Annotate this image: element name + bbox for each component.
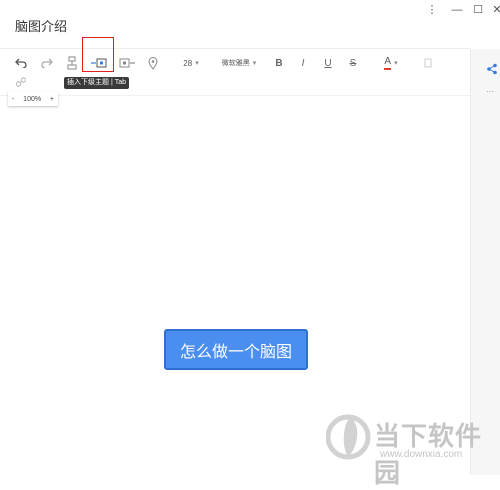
- chevron-down-icon: ▾: [195, 60, 199, 67]
- tooltip: 插入下级主题 | Tab: [64, 77, 129, 89]
- central-topic-label: 怎么做一个脑图: [179, 343, 292, 361]
- zoom-in-button[interactable]: +: [50, 96, 54, 103]
- toolbar-divider: [0, 95, 470, 96]
- insert-parent-topic-button[interactable]: [64, 55, 80, 71]
- minimize-button[interactable]: —: [447, 2, 467, 18]
- marker-button[interactable]: [146, 55, 160, 71]
- undo-button[interactable]: [14, 56, 28, 70]
- zoom-control: - 100% +: [8, 92, 58, 106]
- font-color-button[interactable]: A ▾: [380, 55, 402, 71]
- italic-button[interactable]: I: [297, 56, 309, 70]
- location-pin-icon: [148, 56, 158, 70]
- right-panel: ···: [470, 49, 500, 475]
- insert-sibling-icon: [119, 58, 135, 68]
- font-color-label: A: [384, 56, 392, 70]
- font-family-value: 微软雅黑: [221, 60, 250, 67]
- link-button[interactable]: [14, 76, 28, 88]
- format-painter-icon: [424, 58, 432, 68]
- chevron-down-icon: ▾: [252, 60, 257, 67]
- font-size-select[interactable]: 28 ▾: [179, 57, 203, 69]
- watermark-url: www.downxia.com: [380, 449, 463, 460]
- font-size-value: 28: [183, 58, 193, 68]
- zoom-value: 100%: [23, 95, 42, 103]
- link-icon: [16, 77, 26, 87]
- central-topic-node[interactable]: 怎么做一个脑图: [164, 329, 308, 370]
- close-button[interactable]: ✕: [487, 2, 500, 18]
- chevron-down-icon: ▾: [394, 60, 398, 67]
- highlight-box: [82, 37, 114, 72]
- redo-button[interactable]: [40, 56, 54, 70]
- strikethrough-button[interactable]: S: [347, 56, 359, 70]
- underline-button[interactable]: U: [322, 56, 334, 70]
- share-button[interactable]: [486, 62, 498, 80]
- title-bar: 脑图介绍 ⋮ — ☐ ✕: [0, 0, 500, 48]
- panel-more-icon[interactable]: ···: [486, 87, 494, 96]
- window-title: 脑图介绍: [15, 19, 68, 34]
- bold-button[interactable]: B: [273, 56, 285, 70]
- share-icon: [487, 63, 497, 75]
- insert-parent-icon: [67, 56, 77, 70]
- undo-icon: [15, 58, 27, 68]
- redo-icon: [41, 58, 53, 68]
- zoom-out-button[interactable]: -: [12, 96, 14, 103]
- watermark-logo-icon: [326, 414, 371, 460]
- format-painter-button[interactable]: [422, 56, 434, 70]
- insert-sibling-topic-button[interactable]: [117, 56, 137, 70]
- titlebar-divider: [0, 48, 470, 49]
- more-menu-icon[interactable]: ⋮: [422, 2, 442, 18]
- font-family-select[interactable]: 微软雅黑 ▾: [218, 57, 260, 69]
- maximize-button[interactable]: ☐: [468, 2, 488, 18]
